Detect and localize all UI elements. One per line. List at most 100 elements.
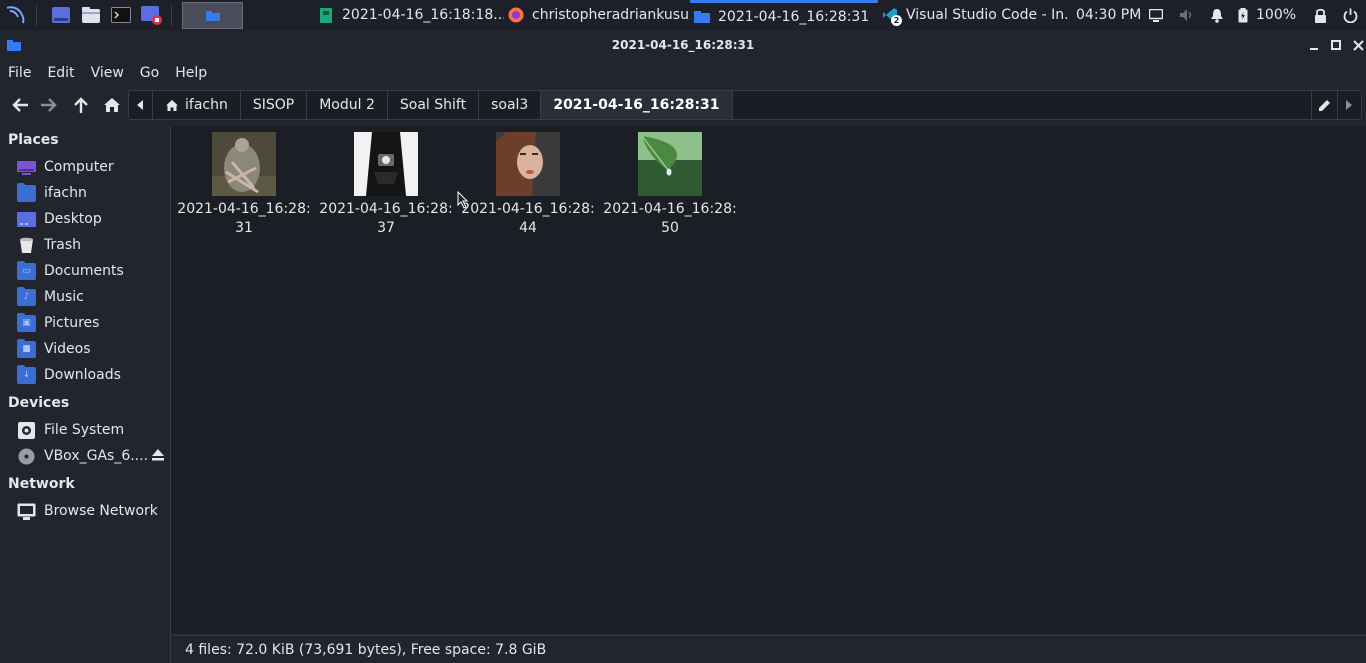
file-item[interactable]: 2021-04-16_16:28:50 <box>600 132 740 238</box>
arrow-left-icon <box>12 98 28 112</box>
sidebar-item-browse-network[interactable]: Browse Network <box>0 498 170 524</box>
hard-drive-icon <box>17 421 36 439</box>
crumb-sisop[interactable]: SISOP <box>241 91 308 119</box>
display-icon[interactable] <box>1149 0 1163 30</box>
crumb-home[interactable]: ifachn <box>153 91 241 119</box>
sidebar-item-label: Desktop <box>44 211 102 227</box>
notification-bell-icon[interactable] <box>1210 0 1224 30</box>
sidebar-item-documents[interactable]: ▭ Documents <box>0 258 170 284</box>
image-viewer-icon <box>318 7 334 23</box>
sidebar-item-desktop[interactable]: Desktop <box>0 206 170 232</box>
sidebar-item-label: File System <box>44 422 125 438</box>
image-thumbnail <box>354 132 418 196</box>
terminal-launcher-icon[interactable] <box>110 4 132 26</box>
volume-icon[interactable] <box>1179 0 1195 30</box>
battery-level[interactable]: 100% <box>1256 0 1296 30</box>
arrow-up-icon <box>74 97 88 113</box>
file-item[interactable]: 2021-04-16_16:28:31 <box>174 132 314 238</box>
network-icon <box>17 503 36 520</box>
back-button[interactable] <box>7 92 33 118</box>
sidebar-item-label: Browse Network <box>44 503 158 519</box>
sidebar-item-videos[interactable]: ■ Videos <box>0 336 170 362</box>
mouse-pointer-icon <box>457 190 469 209</box>
maximize-button[interactable] <box>1329 38 1343 52</box>
desktop-icon <box>17 211 36 228</box>
window-titlebar[interactable]: 2021-04-16_16:28:31 <box>0 30 1366 60</box>
pictures-folder-icon: ▣ <box>17 312 36 332</box>
battery-icon[interactable] <box>1238 0 1248 30</box>
task-file-manager[interactable]: 2021-04-16_16:28:31 <box>690 0 878 30</box>
crumb-current-folder[interactable]: 2021-04-16_16:28:31 <box>541 91 733 119</box>
sidebar-item-label: Pictures <box>44 315 100 331</box>
path-bar: ifachn SISOP Modul 2 Soal Shift soal3 20… <box>128 90 1362 120</box>
lock-screen-icon[interactable] <box>1314 0 1327 30</box>
screen-recorder-launcher-icon[interactable] <box>140 4 162 26</box>
home-folder-icon <box>17 182 36 202</box>
triangle-right-icon <box>1346 100 1352 110</box>
minimize-button[interactable] <box>1307 38 1321 52</box>
status-bar: 4 files: 72.0 KiB (73,691 bytes), Free s… <box>171 635 1366 663</box>
triangle-left-icon <box>137 100 143 110</box>
edit-path-button[interactable] <box>1311 91 1337 119</box>
home-icon <box>166 99 178 111</box>
eject-icon[interactable] <box>152 449 164 465</box>
documents-folder-icon: ▭ <box>17 260 36 280</box>
vscode-icon: 2 <box>882 7 902 26</box>
crumb-label: ifachn <box>185 97 228 113</box>
menu-go[interactable]: Go <box>132 65 167 81</box>
sidebar-item-pictures[interactable]: ▣ Pictures <box>0 310 170 336</box>
menu-view[interactable]: View <box>83 65 132 81</box>
sidebar-item-trash[interactable]: Trash <box>0 232 170 258</box>
kali-menu-icon[interactable] <box>4 4 26 26</box>
sidebar-item-vbox-gas[interactable]: VBox_GAs_6.... <box>0 443 170 469</box>
parent-folder-button[interactable] <box>68 92 94 118</box>
sidebar-item-label: Trash <box>44 237 81 253</box>
task-label: christopheradriankusu... <box>532 7 690 23</box>
menu-file[interactable]: File <box>0 65 39 81</box>
sidebar: Places Computer ifachn Desktop Trash ▭ D… <box>0 126 170 663</box>
task-label: Visual Studio Code - In... <box>906 7 1068 23</box>
forward-button[interactable] <box>36 92 62 118</box>
sidebar-item-file-system[interactable]: File System <box>0 417 170 443</box>
task-image-viewer[interactable]: 2021-04-16_16:18:18.... <box>314 0 504 30</box>
path-scroll-left-button[interactable] <box>129 91 153 119</box>
home-button[interactable] <box>99 92 125 118</box>
file-name: 2021-04-16_16:28:50 <box>603 201 737 236</box>
sidebar-item-label: Videos <box>44 341 91 357</box>
file-name: 2021-04-16_16:28:37 <box>319 201 453 236</box>
file-view[interactable]: 2021-04-16_16:28:31 2021-04-16_16:28:37 … <box>171 126 1366 633</box>
sidebar-item-label: Documents <box>44 263 124 279</box>
task-firefox[interactable]: christopheradriankusu... <box>504 0 690 30</box>
sidebar-item-ifachn[interactable]: ifachn <box>0 180 170 206</box>
close-button[interactable] <box>1351 38 1365 52</box>
file-manager-launcher-icon[interactable] <box>80 4 102 26</box>
taskbar: 2021-04-16_16:18:18.... christopheradria… <box>0 0 1366 30</box>
clock[interactable]: 04:30 PM <box>1076 0 1141 30</box>
sidebar-item-label: ifachn <box>44 185 87 201</box>
workspace-pager[interactable] <box>182 2 243 29</box>
menu-edit[interactable]: Edit <box>39 65 82 81</box>
sidebar-item-music[interactable]: ♪ Music <box>0 284 170 310</box>
workspace-launcher-icon[interactable] <box>50 4 72 26</box>
power-icon[interactable] <box>1343 0 1358 30</box>
path-scroll-right-button[interactable] <box>1337 91 1361 119</box>
menu-help[interactable]: Help <box>167 65 215 81</box>
crumb-modul-2[interactable]: Modul 2 <box>307 91 388 119</box>
downloads-folder-icon: ↓ <box>17 364 36 384</box>
crumb-soal3[interactable]: soal3 <box>479 91 542 119</box>
task-label: 2021-04-16_16:28:31 <box>718 8 870 25</box>
crumb-soal-shift[interactable]: Soal Shift <box>388 91 480 119</box>
file-item[interactable]: 2021-04-16_16:28:37 <box>316 132 456 238</box>
music-folder-icon: ♪ <box>17 286 36 306</box>
image-thumbnail <box>638 132 702 196</box>
file-item[interactable]: 2021-04-16_16:28:44 <box>458 132 598 238</box>
videos-folder-icon: ■ <box>17 338 36 358</box>
task-vscode[interactable]: 2 Visual Studio Code - In... <box>878 0 1068 30</box>
folder-icon <box>694 9 710 25</box>
sidebar-item-downloads[interactable]: ↓ Downloads <box>0 362 170 388</box>
sidebar-item-computer[interactable]: Computer <box>0 154 170 180</box>
notification-badge: 2 <box>891 15 902 26</box>
network-heading: Network <box>8 476 75 492</box>
task-label: 2021-04-16_16:18:18.... <box>342 7 504 23</box>
home-icon <box>104 98 120 112</box>
